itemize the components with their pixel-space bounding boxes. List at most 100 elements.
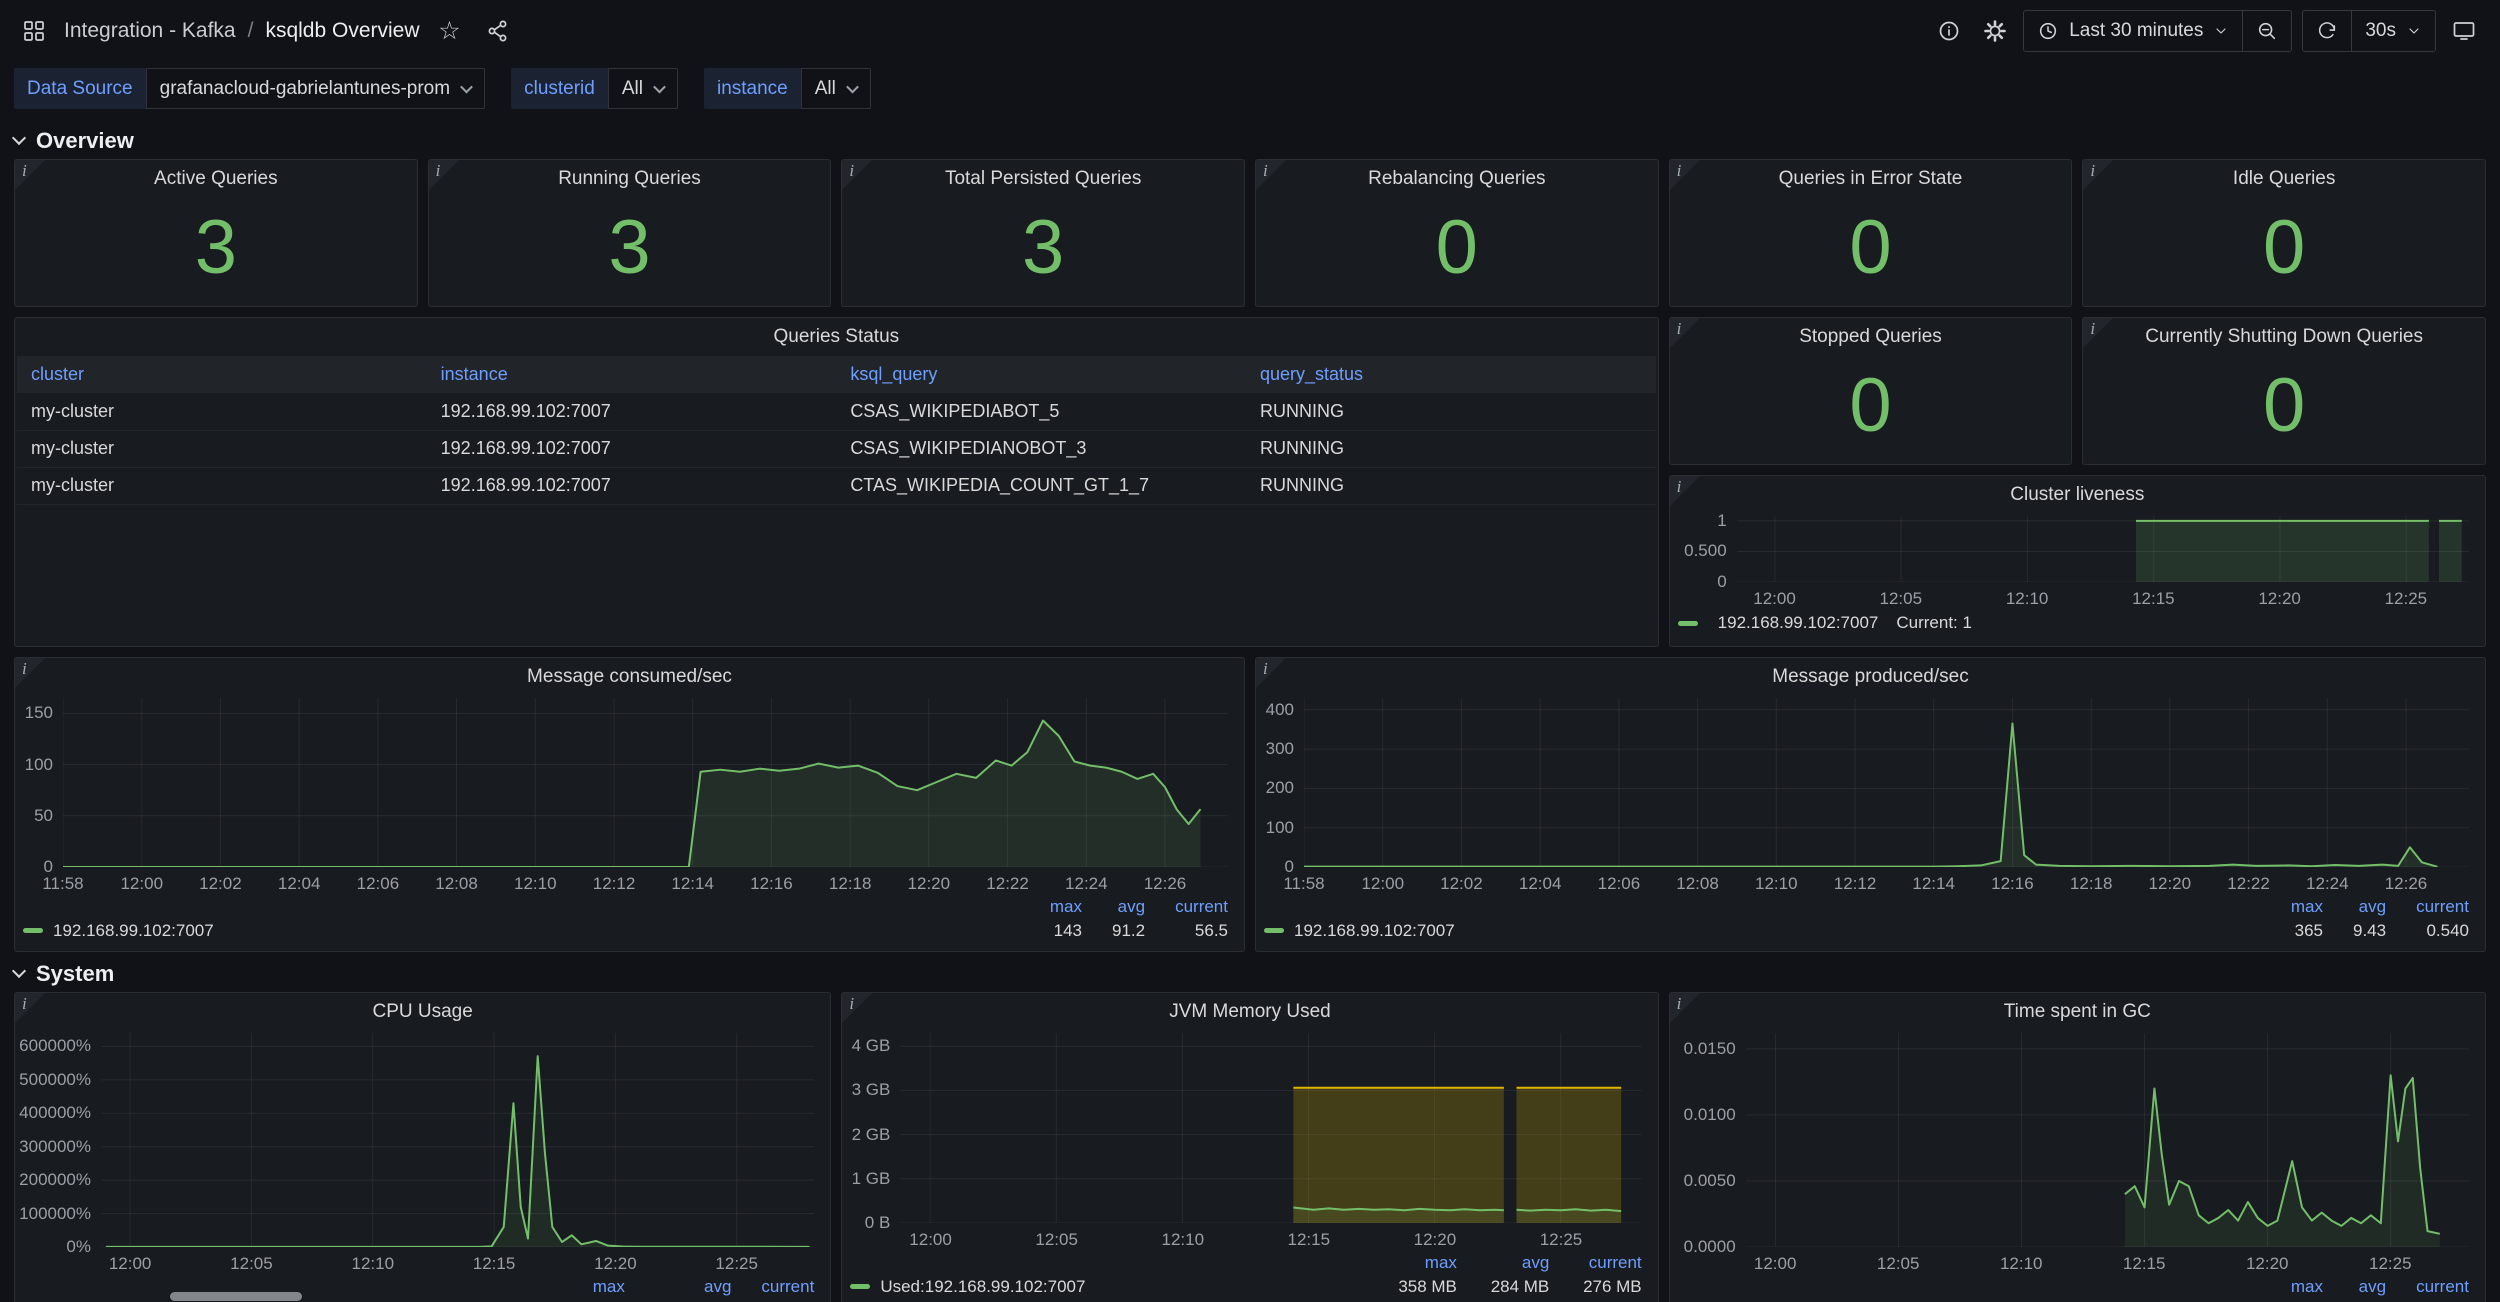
x-axis-tick-label: 12:26 — [2385, 874, 2428, 894]
legend-stat-header[interactable]: current — [1145, 895, 1228, 919]
table-cell: RUNNING — [1246, 467, 1656, 504]
settings-gear-icon[interactable] — [1977, 13, 2013, 49]
legend-stat-header[interactable]: max — [1365, 1251, 1457, 1275]
panel-info-icon[interactable] — [15, 993, 49, 1027]
chart-plot-area[interactable] — [101, 1033, 814, 1247]
legend-series-name[interactable]: 192.168.99.102:7007 — [1264, 919, 2261, 943]
chart-plot-area[interactable] — [1304, 698, 2469, 867]
breadcrumb: Integration - Kafka / ksqldb Overview — [64, 19, 420, 43]
chart-canvas[interactable] — [1737, 516, 2469, 582]
legend-stat-header[interactable]: max — [1020, 895, 1082, 919]
legend-stat-header[interactable]: avg — [1082, 895, 1145, 919]
section-system-toggle[interactable]: System — [14, 956, 2486, 992]
y-axis-tick-label: 300 — [1266, 739, 1294, 759]
panel-title[interactable]: Message consumed/sec — [15, 658, 1244, 696]
legend-stat-header[interactable]: current — [1549, 1251, 1641, 1275]
legend-series-name[interactable]: 192.168.99.102:7007 — [1718, 613, 1879, 633]
breadcrumb-page[interactable]: ksqldb Overview — [265, 19, 419, 43]
chart-canvas[interactable] — [1746, 1033, 2469, 1247]
x-axis-tick-label: 12:15 — [1288, 1230, 1331, 1250]
x-axis-tick-label: 12:26 — [1144, 874, 1187, 894]
variable-clusterid: clusterid All — [511, 68, 678, 109]
time-range-button[interactable]: Last 30 minutes — [2024, 11, 2242, 51]
insights-icon[interactable] — [1931, 13, 1967, 49]
series-color-swatch — [23, 928, 43, 933]
panel-info-icon[interactable] — [842, 993, 876, 1027]
panel-title[interactable]: Queries Status — [15, 318, 1658, 356]
panel-info-icon[interactable] — [1670, 318, 1704, 352]
breadcrumb-folder[interactable]: Integration - Kafka — [64, 19, 236, 43]
legend-stat-header[interactable]: avg — [1457, 1251, 1549, 1275]
section-overview-toggle[interactable]: Overview — [14, 123, 2486, 159]
panel-title[interactable]: Rebalancing Queries — [1256, 160, 1658, 198]
panel-info-icon[interactable] — [429, 160, 463, 194]
x-axis-tick-label: 12:25 — [2385, 589, 2428, 609]
kiosk-monitor-icon[interactable] — [2446, 13, 2482, 49]
legend-stat-header[interactable]: avg — [625, 1275, 732, 1299]
panel-title[interactable]: Total Persisted Queries — [842, 160, 1244, 198]
chart-canvas[interactable] — [101, 1033, 814, 1247]
panel-title[interactable]: Queries in Error State — [1670, 160, 2072, 198]
x-axis-tick-label: 12:15 — [2132, 589, 2175, 609]
variable-clusterid-select[interactable]: All — [608, 68, 678, 109]
legend-series-name[interactable]: Used:192.168.99.102:7007 — [850, 1275, 1364, 1299]
panel-info-icon[interactable] — [2083, 160, 2117, 194]
chart-plot-area[interactable] — [900, 1033, 1641, 1223]
variable-instance-select[interactable]: All — [801, 68, 871, 109]
share-icon[interactable] — [480, 13, 516, 49]
chart-plot-area[interactable] — [1737, 516, 2469, 582]
legend-stat-header[interactable]: max — [2260, 1275, 2323, 1299]
chart-plot-area[interactable] — [63, 698, 1228, 867]
y-axis: 0 B1 GB2 GB3 GB4 GB — [850, 1033, 900, 1223]
x-axis-tick-label: 12:10 — [1161, 1230, 1204, 1250]
panel-title[interactable]: Cluster liveness — [1670, 476, 2485, 514]
legend-stat-header[interactable]: max — [2261, 895, 2323, 919]
x-axis-tick-label: 12:10 — [1755, 874, 1798, 894]
chart-canvas[interactable] — [63, 698, 1228, 867]
panel-info-icon[interactable] — [1256, 658, 1290, 692]
y-axis-tick-label: 500000% — [19, 1070, 91, 1090]
x-axis-tick-label: 12:10 — [514, 874, 557, 894]
refresh-button[interactable] — [2303, 11, 2351, 51]
chart-plot-area[interactable] — [1746, 1033, 2469, 1247]
panel-title[interactable]: Running Queries — [429, 160, 831, 198]
legend-stat-header[interactable]: current — [2386, 895, 2469, 919]
column-header-query_status[interactable]: query_status — [1246, 356, 1656, 393]
column-header-ksql_query[interactable]: ksql_query — [836, 356, 1246, 393]
panel-info-icon[interactable] — [1670, 476, 1704, 510]
zoom-out-button[interactable] — [2242, 11, 2291, 51]
panel-title[interactable]: Active Queries — [15, 160, 417, 198]
legend-series-name[interactable]: 192.168.99.102:7007 — [23, 919, 1020, 943]
favorite-star-icon[interactable]: ☆ — [432, 13, 468, 49]
panel-title[interactable]: JVM Memory Used — [842, 993, 1657, 1031]
series-color-swatch — [1264, 928, 1284, 933]
apps-grid-icon[interactable] — [16, 13, 52, 49]
panel-title[interactable]: Message produced/sec — [1256, 658, 2485, 696]
refresh-interval-button[interactable]: 30s — [2351, 11, 2435, 51]
stat-value: 0 — [1670, 356, 2072, 464]
legend-stat-header[interactable]: avg — [2323, 895, 2386, 919]
legend-stat-header[interactable]: current — [2386, 1275, 2469, 1299]
panel-info-icon[interactable] — [842, 160, 876, 194]
panel-title[interactable]: Stopped Queries — [1670, 318, 2072, 356]
panel-title[interactable]: Idle Queries — [2083, 160, 2485, 198]
legend-stat-header[interactable]: max — [509, 1275, 625, 1299]
scrollbar-thumb[interactable] — [170, 1292, 302, 1301]
panel-info-icon[interactable] — [15, 658, 49, 692]
panel-title[interactable]: Currently Shutting Down Queries — [2083, 318, 2485, 356]
panel-info-icon[interactable] — [1670, 160, 1704, 194]
panel-info-icon[interactable] — [15, 160, 49, 194]
column-header-instance[interactable]: instance — [427, 356, 837, 393]
panel-info-icon[interactable] — [2083, 318, 2117, 352]
panel-info-icon[interactable] — [1256, 160, 1290, 194]
chart-canvas[interactable] — [900, 1033, 1641, 1223]
legend-stat-value: 56.5 — [1145, 919, 1228, 943]
column-header-cluster[interactable]: cluster — [17, 356, 427, 393]
panel-info-icon[interactable] — [1670, 993, 1704, 1027]
variable-datasource-select[interactable]: grafanacloud-gabrielantunes-prom — [146, 68, 485, 109]
panel-title[interactable]: CPU Usage — [15, 993, 830, 1031]
legend-stat-header[interactable]: avg — [2323, 1275, 2386, 1299]
chart-canvas[interactable] — [1304, 698, 2469, 867]
panel-title[interactable]: Time spent in GC — [1670, 993, 2485, 1031]
legend-stat-header[interactable]: current — [731, 1275, 814, 1299]
